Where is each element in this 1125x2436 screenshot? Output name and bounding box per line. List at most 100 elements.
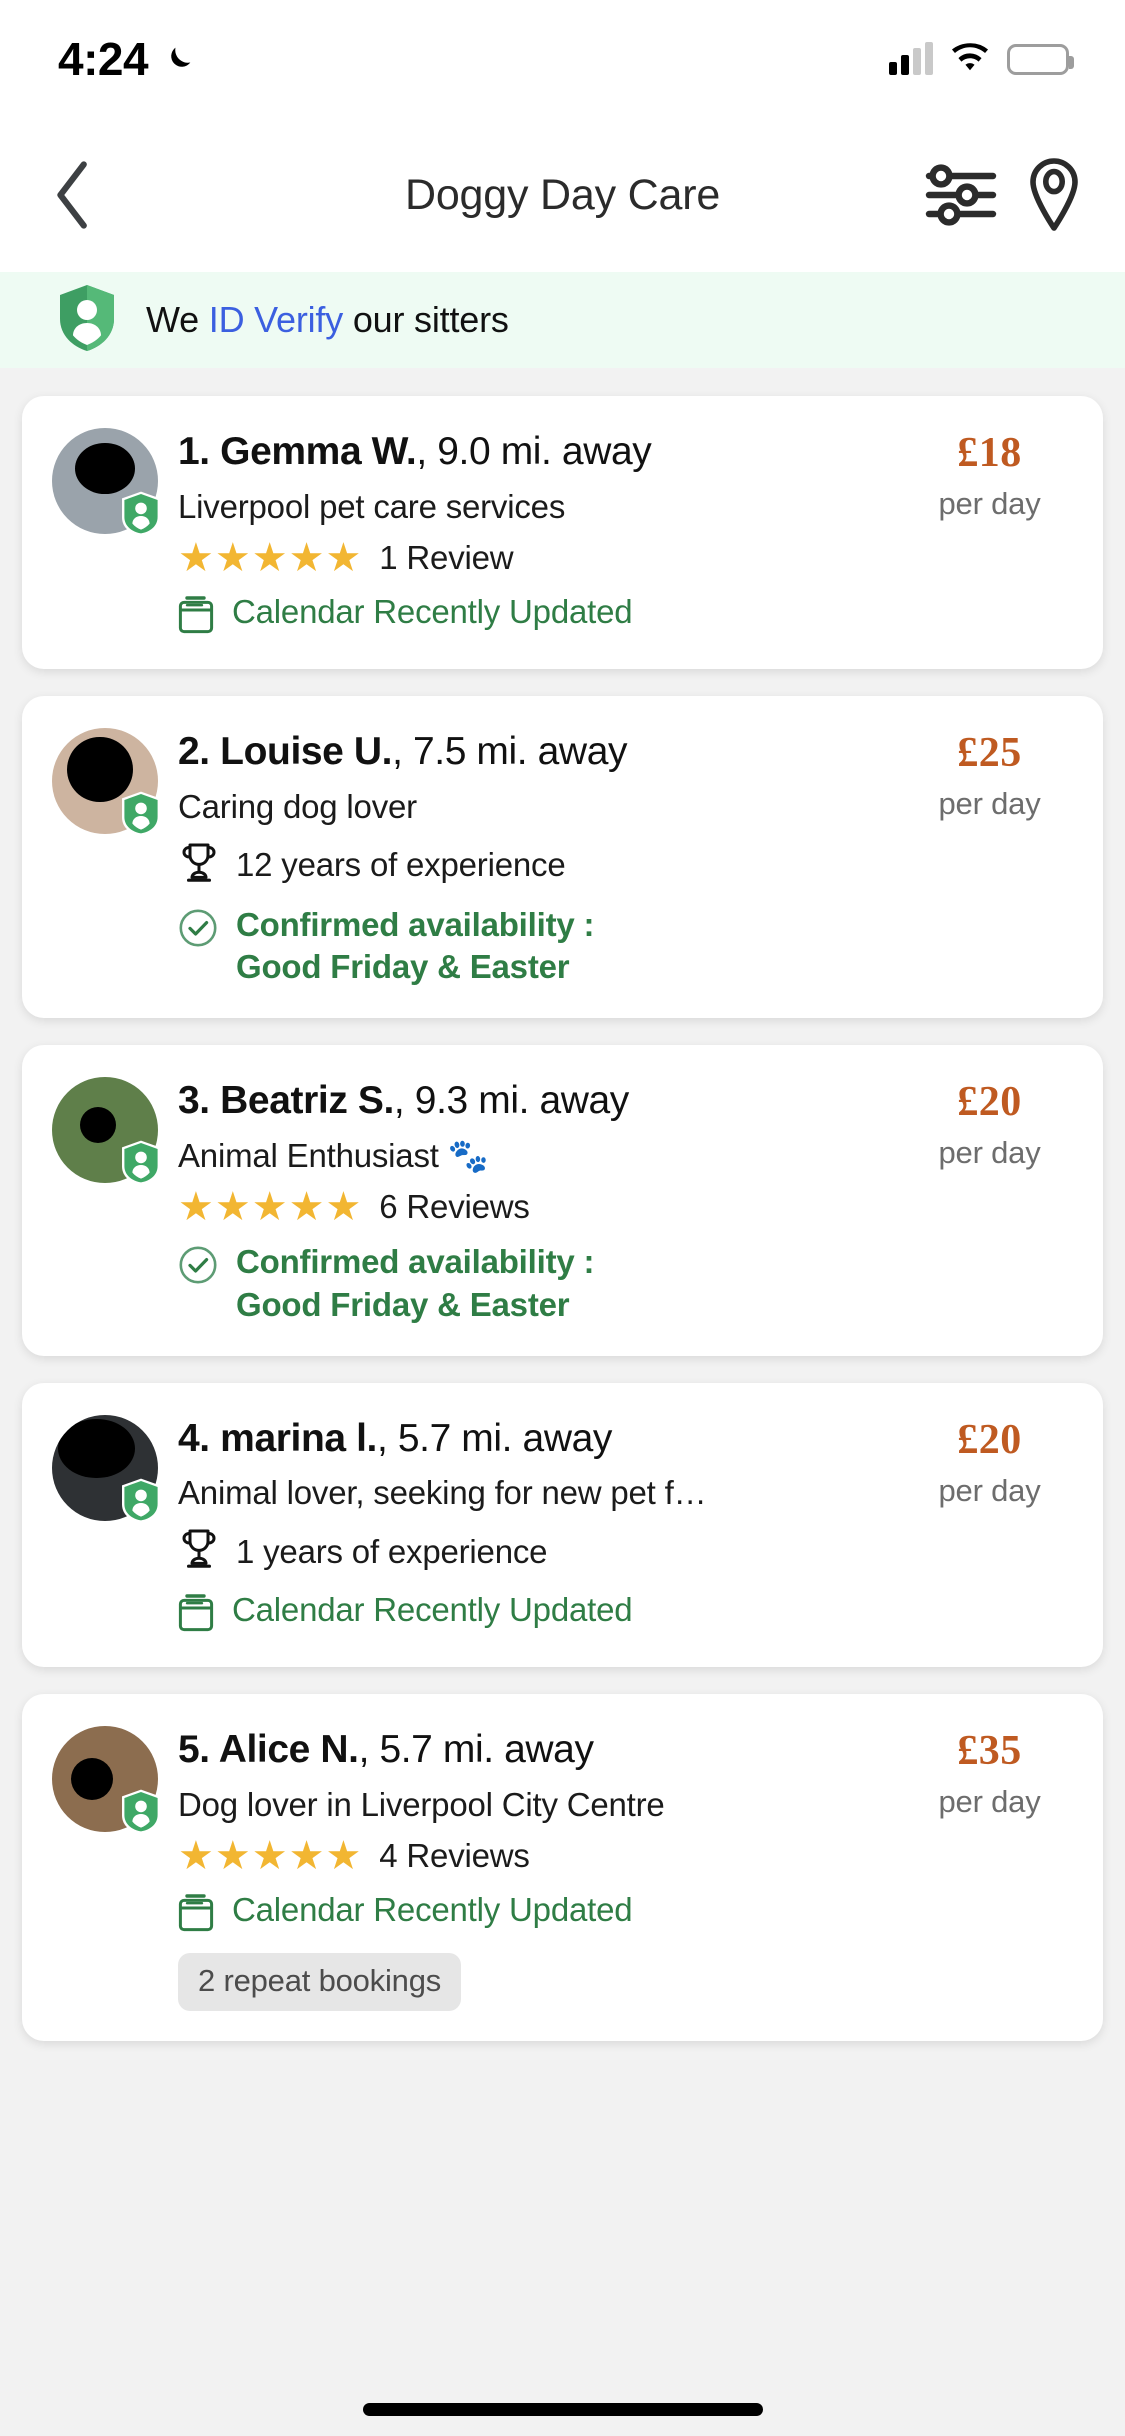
- sitter-info: 3. Beatriz S., 9.3 mi. away Animal Enthus…: [178, 1077, 902, 1326]
- back-button[interactable]: [30, 152, 116, 238]
- star-icon: ★: [214, 536, 251, 581]
- review-count: 1 Review: [379, 539, 514, 577]
- availability-text: Calendar Recently Updated: [232, 593, 633, 631]
- review-count: 4 Reviews: [379, 1837, 530, 1875]
- star-icon: ★: [288, 1834, 325, 1879]
- status-bar-left: 4:24: [58, 36, 196, 82]
- trophy-icon: [178, 841, 220, 890]
- sitter-name: marina l.: [220, 1416, 377, 1460]
- star-icon: ★: [178, 536, 214, 581]
- sitter-tagline: Animal lover, seeking for new pet f…: [178, 1474, 707, 1512]
- check-circle-icon: [178, 1245, 218, 1290]
- star-rating: ★ ★ ★ ★ ★: [178, 1836, 361, 1876]
- sitter-card[interactable]: 2. Louise U., 7.5 mi. away Caring dog lov…: [22, 696, 1103, 1018]
- rating-row: ★ ★ ★ ★ ★ 1 Review: [178, 538, 902, 578]
- sitter-tagline: Caring dog lover: [178, 787, 417, 825]
- availability-row: Confirmed availability : Good Friday & E…: [178, 904, 902, 988]
- sitter-title: 5. Alice N., 5.7 mi. away: [178, 1728, 902, 1772]
- star-icon: ★: [214, 1185, 251, 1230]
- id-verify-banner[interactable]: We ID Verify our sitters: [0, 272, 1125, 368]
- star-icon: ★: [288, 1185, 325, 1230]
- verified-shield-icon: [120, 1139, 162, 1185]
- wifi-icon: [949, 43, 991, 75]
- price-unit: per day: [938, 1135, 1041, 1170]
- calendar-icon: [178, 1594, 214, 1637]
- filter-sliders-icon[interactable]: [925, 164, 997, 226]
- sitter-tagline: Dog lover in Liverpool City Centre: [178, 1785, 665, 1823]
- id-verify-link[interactable]: ID Verify: [209, 299, 343, 340]
- sitter-title: 2. Louise U., 7.5 mi. away: [178, 730, 902, 774]
- crescent-moon-icon: [162, 42, 196, 76]
- experience-row: 12 years of experience: [178, 841, 902, 890]
- avatar[interactable]: [52, 1726, 160, 1834]
- availability-row: Calendar Recently Updated: [178, 1890, 902, 1937]
- calendar-icon: [178, 596, 214, 639]
- star-icon: ★: [251, 536, 288, 581]
- avatar[interactable]: [52, 728, 160, 836]
- battery-full-icon: [1007, 43, 1074, 75]
- price-column: £18 per day: [902, 428, 1077, 639]
- check-circle-icon: [178, 908, 218, 953]
- sitter-distance: , 5.7 mi. away: [358, 1728, 594, 1771]
- sitter-info: 2. Louise U., 7.5 mi. away Caring dog lov…: [178, 728, 902, 988]
- sitter-name: Alice N.: [218, 1728, 359, 1771]
- price-unit: per day: [938, 486, 1041, 521]
- price-unit: per day: [938, 1472, 1041, 1508]
- trophy-icon: [178, 1527, 220, 1576]
- verify-suffix: our sitters: [343, 299, 509, 340]
- availability-text: Calendar Recently Updated: [232, 1891, 633, 1929]
- sitter-info: 4. marina l., 5.7 mi. away Animal lover, …: [178, 1415, 902, 1637]
- sitter-card[interactable]: 3. Beatriz S., 9.3 mi. away Animal Enthus…: [22, 1045, 1103, 1356]
- availability-text: Calendar Recently Updated: [232, 1591, 633, 1628]
- sitter-title: 3. Beatriz S., 9.3 mi. away: [178, 1079, 902, 1123]
- navigation-bar: Doggy Day Care: [0, 118, 1125, 272]
- sitter-distance: , 7.5 mi. away: [392, 730, 628, 774]
- repeat-bookings-badge: 2 repeat bookings: [178, 1953, 462, 2012]
- verified-shield-icon: [120, 490, 162, 536]
- sitter-info: 5. Alice N., 5.7 mi. away Dog lover in Li…: [178, 1726, 902, 2012]
- star-icon: ★: [325, 536, 362, 581]
- verified-shield-icon: [120, 1788, 162, 1834]
- avatar[interactable]: [52, 1414, 160, 1523]
- sitter-card[interactable]: 1. Gemma W., 9.0 mi. away Liverpool pet c…: [22, 396, 1103, 670]
- star-icon: ★: [325, 1834, 362, 1879]
- shield-person-verified-icon: [56, 282, 118, 359]
- experience-row: 1 years of experience: [178, 1527, 902, 1576]
- sitter-rank: 1.: [178, 430, 221, 473]
- sitter-name: Beatriz S.: [220, 1079, 394, 1122]
- price-unit: per day: [938, 1784, 1041, 1819]
- star-icon: ★: [214, 1834, 251, 1879]
- star-icon: ★: [251, 1834, 288, 1879]
- sitter-card[interactable]: 4. marina l., 5.7 mi. away Animal lover, …: [22, 1382, 1103, 1667]
- cellular-signal-icon: [889, 42, 933, 75]
- calendar-icon: [178, 1894, 214, 1937]
- map-pin-icon[interactable]: [1023, 157, 1085, 233]
- sitter-title: 4. marina l., 5.7 mi. away: [178, 1417, 902, 1461]
- star-icon: ★: [288, 536, 325, 581]
- experience-text: 12 years of experience: [236, 846, 566, 884]
- sitter-tagline: Animal Enthusiast 🐾: [178, 1136, 489, 1174]
- price-amount: £20: [957, 1079, 1022, 1125]
- sitter-card[interactable]: 5. Alice N., 5.7 mi. away Dog lover in Li…: [22, 1694, 1103, 2042]
- id-verify-text: We ID Verify our sitters: [146, 299, 509, 341]
- sitter-rank: 3.: [178, 1079, 221, 1122]
- verified-shield-icon: [120, 790, 162, 836]
- experience-text: 1 years of experience: [236, 1532, 548, 1570]
- sitter-rank: 5.: [178, 1728, 219, 1771]
- price-amount: £18: [957, 430, 1022, 476]
- verify-prefix: We: [146, 299, 209, 340]
- sitter-distance: , 9.3 mi. away: [393, 1079, 629, 1122]
- star-rating: ★ ★ ★ ★ ★: [178, 538, 361, 578]
- sitter-name: Gemma W.: [220, 430, 417, 473]
- price-amount: £20: [957, 1416, 1022, 1463]
- sitter-name: Louise U.: [220, 730, 393, 774]
- availability-text: Confirmed availability : Good Friday & E…: [236, 1243, 595, 1323]
- star-icon: ★: [251, 1185, 288, 1230]
- sitter-list[interactable]: 1. Gemma W., 9.0 mi. away Liverpool pet c…: [0, 368, 1125, 2042]
- price-column: £20 per day: [902, 1077, 1077, 1326]
- avatar[interactable]: [52, 428, 160, 536]
- price-amount: £25: [957, 730, 1022, 777]
- status-bar-clock: 4:24: [58, 33, 149, 85]
- avatar[interactable]: [52, 1077, 160, 1185]
- sitter-rank: 4.: [178, 1416, 221, 1460]
